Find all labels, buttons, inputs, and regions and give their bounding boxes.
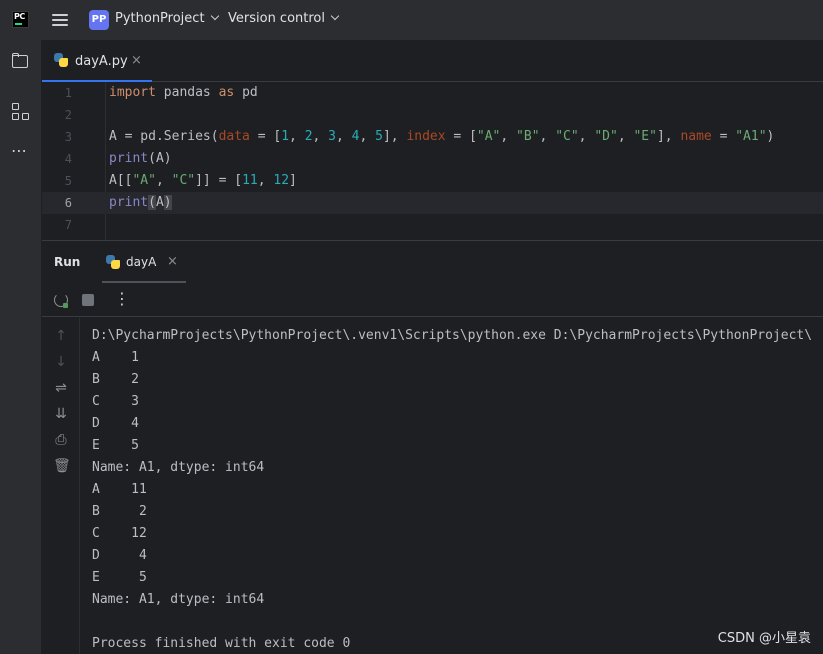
stop-icon[interactable] bbox=[82, 294, 94, 306]
line-number: 4 bbox=[64, 152, 72, 166]
code-text: A[["A", "C"]] = [11, 12] bbox=[109, 173, 297, 188]
line-number: 1 bbox=[64, 86, 72, 100]
watermark-text: CSDN @小星袁 bbox=[717, 631, 811, 646]
code-text: import pandas as pd bbox=[109, 85, 258, 100]
python-file-icon bbox=[54, 53, 68, 67]
code-line: 3 A = pd.Series(data = [1, 2, 3, 4, 5], … bbox=[42, 126, 823, 148]
line-number: 5 bbox=[64, 174, 72, 188]
console-line: D:\PycharmProjects\PythonProject\.venv1\… bbox=[92, 328, 813, 343]
up-arrow-icon[interactable]: ↑ bbox=[53, 328, 69, 344]
close-icon[interactable]: × bbox=[167, 254, 178, 269]
close-icon[interactable]: × bbox=[131, 53, 142, 68]
rerun-icon[interactable] bbox=[54, 293, 68, 308]
code-line: 2 bbox=[42, 104, 823, 126]
console-line: Name: A1, dtype: int64 bbox=[92, 460, 265, 475]
version-control-menu[interactable]: Version control bbox=[228, 11, 340, 26]
code-line-current: 6 print(A) bbox=[42, 192, 823, 214]
tab-label: dayA.py bbox=[75, 54, 128, 69]
folder-icon[interactable] bbox=[11, 52, 31, 72]
console-line: E 5 bbox=[92, 438, 139, 453]
code-text: print(A) bbox=[109, 151, 172, 166]
console-line: A 1 bbox=[92, 350, 139, 365]
line-number: 6 bbox=[64, 196, 72, 210]
tab-daya-py[interactable]: dayA.py × bbox=[42, 40, 152, 83]
code-text: A = pd.Series(data = [1, 2, 3, 4, 5], in… bbox=[109, 129, 775, 144]
console-line: D 4 bbox=[92, 548, 147, 563]
line-number: 3 bbox=[64, 130, 72, 144]
console-line: C 12 bbox=[92, 526, 147, 541]
tool-window-strip: ⋯ bbox=[0, 40, 42, 654]
run-tab-label: dayA bbox=[126, 255, 157, 269]
line-number: 7 bbox=[64, 218, 72, 232]
console-line: C 3 bbox=[92, 394, 139, 409]
logo-text: PC bbox=[14, 12, 25, 21]
title-bar: PC PP PythonProject Version control bbox=[0, 0, 823, 40]
project-name: PythonProject bbox=[115, 11, 205, 26]
soft-wrap-icon[interactable]: ⇌ bbox=[53, 380, 69, 396]
line-number: 2 bbox=[64, 108, 72, 122]
console-line: A 11 bbox=[92, 482, 147, 497]
code-editor[interactable]: 1 import pandas as pd 2 3 A = pd.Series(… bbox=[42, 82, 823, 240]
editor-tab-bar: dayA.py × bbox=[42, 40, 823, 83]
chevron-down-icon bbox=[210, 11, 219, 21]
code-line: 1 import pandas as pd bbox=[42, 82, 823, 104]
console-side-toolbar: ↑ ↓ ⇌ ⇊ ⎙ 🗑 bbox=[42, 318, 80, 654]
chevron-down-icon bbox=[330, 11, 340, 21]
console-line: B 2 bbox=[92, 372, 139, 387]
vcs-label: Version control bbox=[228, 11, 325, 26]
console-line: Name: A1, dtype: int64 bbox=[92, 592, 265, 607]
more-options-icon[interactable]: ⋮ bbox=[114, 289, 130, 309]
down-arrow-icon[interactable]: ↓ bbox=[53, 354, 69, 370]
code-line: 5 A[["A", "C"]] = [11, 12] bbox=[42, 170, 823, 192]
pycharm-logo-icon[interactable]: PC bbox=[12, 11, 29, 28]
console-line: B 2 bbox=[92, 504, 147, 519]
run-tool-window: Run dayA × ⋮ ↑ ↓ ⇌ ⇊ ⎙ 🗑 D:\PycharmProje… bbox=[42, 240, 823, 654]
console-line: E 5 bbox=[92, 570, 147, 585]
project-badge[interactable]: PP bbox=[89, 10, 109, 30]
project-selector[interactable]: PythonProject bbox=[115, 11, 219, 26]
scroll-to-end-icon[interactable]: ⇊ bbox=[53, 406, 69, 422]
more-tools-icon[interactable]: ⋯ bbox=[11, 143, 31, 163]
run-tab-daya[interactable]: dayA × bbox=[102, 241, 186, 283]
code-line: 4 print(A) bbox=[42, 148, 823, 170]
print-icon[interactable]: ⎙ bbox=[53, 432, 69, 448]
console-line: Process finished with exit code 0 bbox=[92, 636, 351, 651]
code-line: 7 bbox=[42, 214, 823, 236]
console-output[interactable]: D:\PycharmProjects\PythonProject\.venv1\… bbox=[92, 325, 823, 654]
run-title: Run bbox=[54, 255, 81, 269]
main-menu-icon[interactable] bbox=[52, 14, 68, 26]
structure-icon[interactable] bbox=[11, 102, 31, 122]
trash-icon[interactable]: 🗑 bbox=[53, 458, 71, 474]
code-text: print(A) bbox=[109, 195, 172, 210]
run-header: Run dayA × bbox=[42, 241, 823, 283]
python-run-icon bbox=[106, 255, 120, 269]
run-toolbar: ⋮ bbox=[42, 283, 823, 317]
console-line: D 4 bbox=[92, 416, 139, 431]
